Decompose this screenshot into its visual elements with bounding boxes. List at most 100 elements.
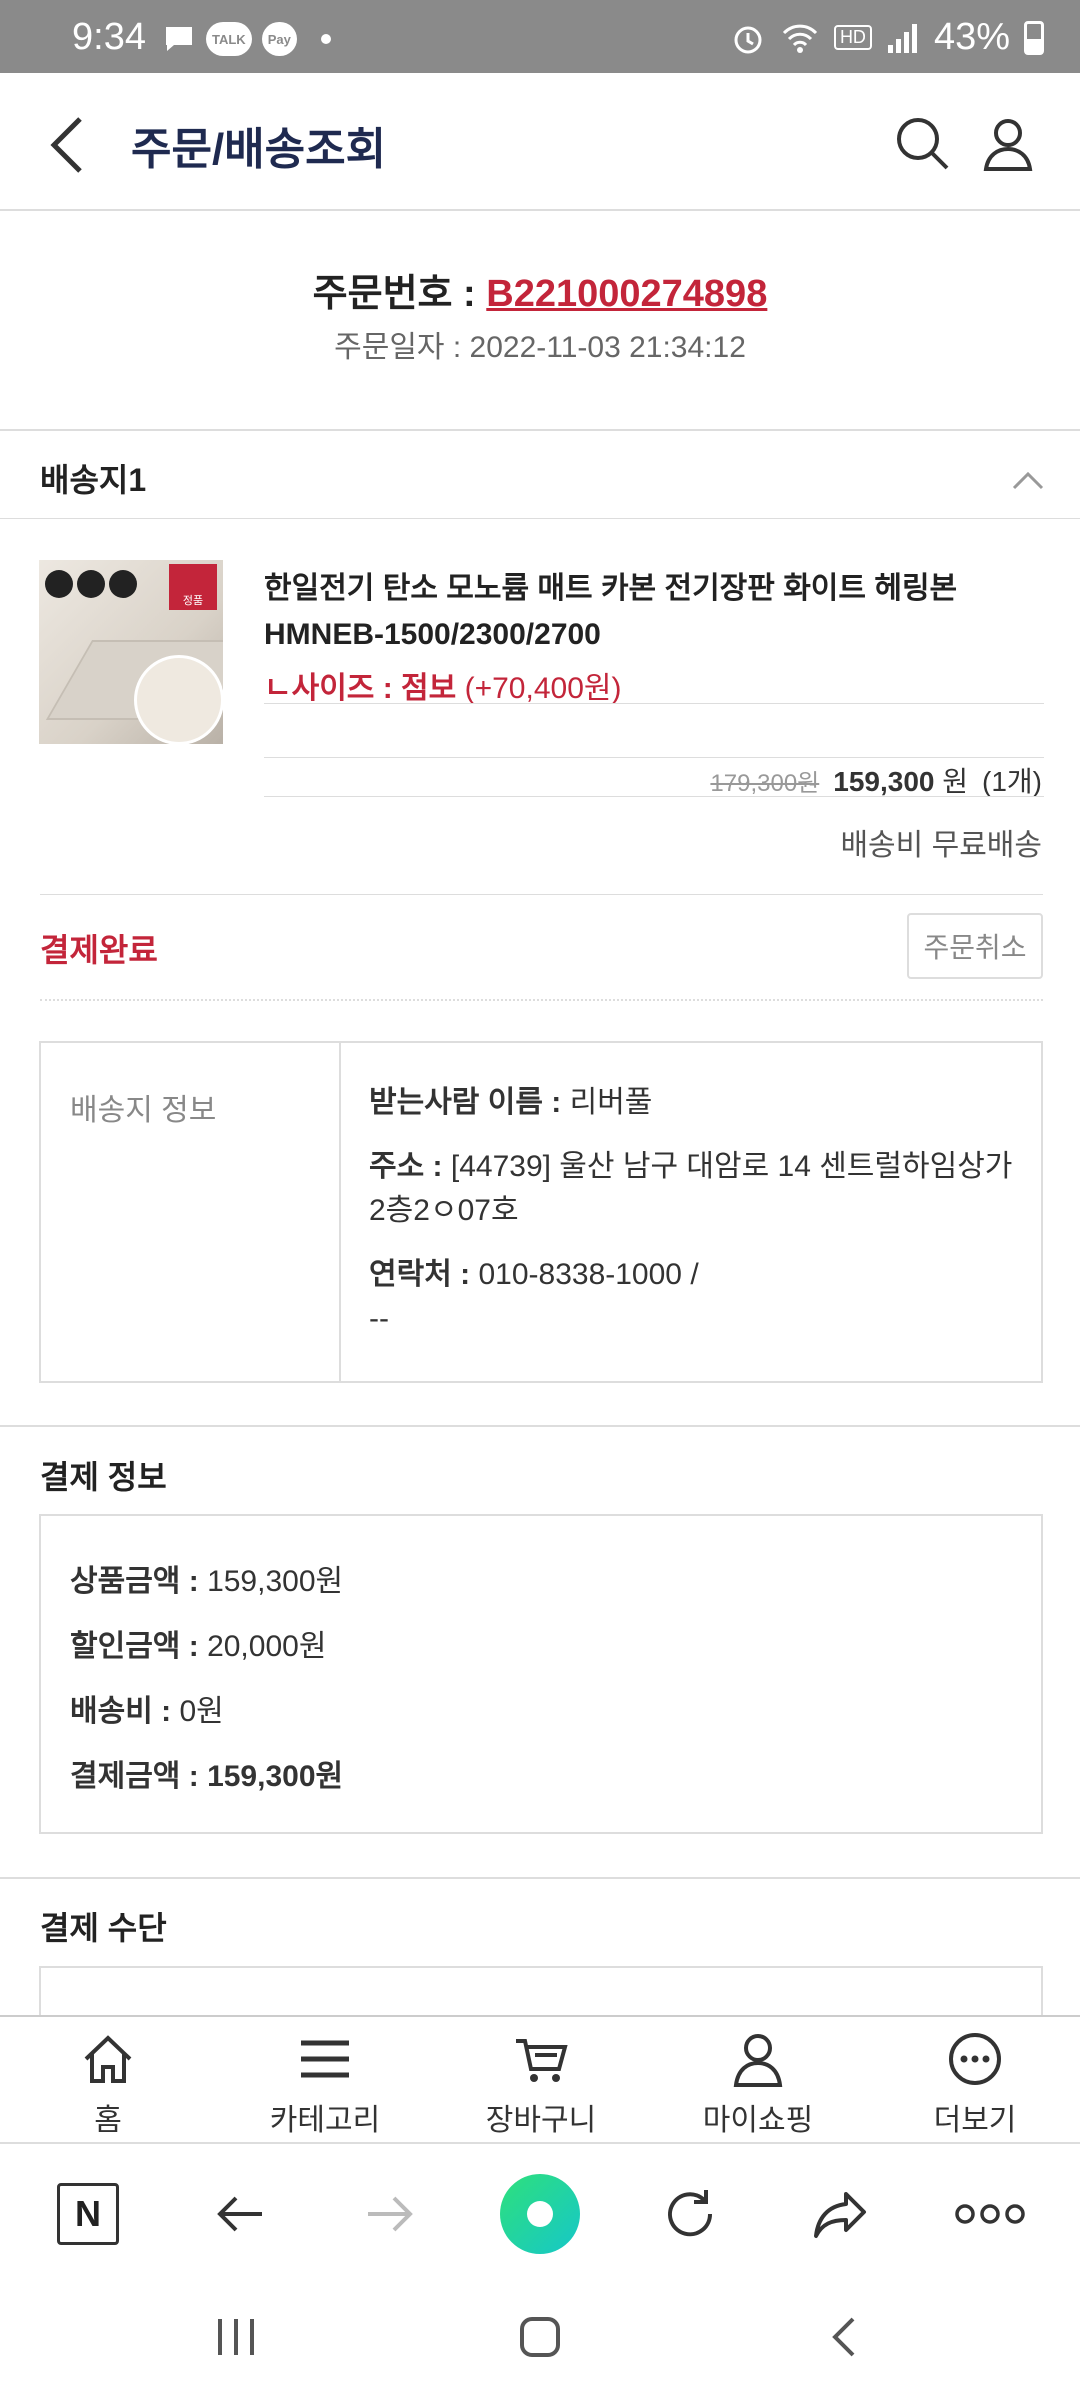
reload-button[interactable] xyxy=(650,2174,730,2254)
payment-info-box: 상품금액 : 159,300원 할인금액 : 20,000원 배송비 : 0원 … xyxy=(39,1514,1043,1834)
browser-menu-button[interactable] xyxy=(950,2174,1030,2254)
payment-row-label: 결제금액 : xyxy=(70,1760,208,1793)
divider xyxy=(0,518,1080,519)
browser-forward-button[interactable] xyxy=(350,2174,430,2254)
divider xyxy=(0,429,1080,431)
menu-icon xyxy=(301,2040,349,2078)
divider xyxy=(264,703,1044,704)
green-dot-icon xyxy=(500,2174,580,2254)
chevron-up-icon[interactable] xyxy=(1010,462,1046,498)
payment-row-discount: 할인금액 : 20,000원 xyxy=(70,1621,326,1665)
page-title: 주문/배송조회 xyxy=(131,125,387,174)
divider xyxy=(0,1877,1080,1879)
product-name[interactable]: 한일전기 탄소 모노륨 매트 카본 전기장판 화이트 헤링본 HMNEB-150… xyxy=(264,566,1044,658)
status-right: HD 43% xyxy=(730,16,1044,59)
talk-icon: TALK xyxy=(206,22,252,56)
tab-label: 카테고리 xyxy=(269,2104,381,2137)
cart-icon xyxy=(516,2039,568,2082)
home-button[interactable] xyxy=(510,2312,570,2362)
reload-icon xyxy=(668,2190,713,2237)
product-option: ㄴ사이즈 : 점보 (+70,400원) xyxy=(264,663,621,707)
arrow-left-icon xyxy=(217,2196,262,2232)
original-price: 179,300원 xyxy=(710,770,820,797)
payment-row-value: 159,300원 xyxy=(207,1565,344,1598)
brand-logo-text: 정품 xyxy=(182,595,204,607)
phone-label: 연락처 : xyxy=(369,1258,479,1291)
tab-label: 홈 xyxy=(94,2104,122,2137)
badge-single xyxy=(45,570,73,598)
address-row: 주소 : [44739] 울산 남구 대암로 14 센트럴하임상가2층2ㅇ07호 xyxy=(369,1145,1019,1233)
user-icon[interactable] xyxy=(978,113,1038,173)
tab-home[interactable]: 홈 xyxy=(23,2031,193,2139)
naver-n-icon: N xyxy=(57,2183,119,2245)
payment-row-label: 배송비 : xyxy=(70,1695,180,1728)
payment-row-value: 159,300원 xyxy=(207,1760,344,1793)
shipping-section-title[interactable]: 배송지1 xyxy=(40,455,146,501)
share-button[interactable] xyxy=(800,2174,880,2254)
tab-label: 더보기 xyxy=(933,2104,1017,2137)
delivery-info-label-cell: 배송지 정보 xyxy=(41,1043,341,1381)
recent-apps-icon xyxy=(218,2319,254,2355)
delivery-info-title: 배송지 정보 xyxy=(70,1094,217,1127)
recent-apps-button[interactable] xyxy=(206,2312,266,2362)
tab-myshopping[interactable]: 마이쇼핑 xyxy=(673,2031,843,2139)
order-number: 주문번호 : B221000274898 xyxy=(0,262,1080,317)
payment-row-value: 0원 xyxy=(179,1695,224,1728)
product-image[interactable]: 정품 xyxy=(39,560,223,744)
tab-cart[interactable]: 장바구니 xyxy=(456,2031,626,2139)
brand-logo: 정품 xyxy=(169,564,217,610)
delivery-info-details: 받는사람 이름 : 리버풀 주소 : [44739] 울산 남구 대암로 14 … xyxy=(369,1081,1019,1341)
tab-more[interactable]: 더보기 xyxy=(890,2031,1060,2139)
tab-label: 마이쇼핑 xyxy=(702,2104,814,2137)
delivery-info-box: 배송지 정보 받는사람 이름 : 리버풀 주소 : [44739] 울산 남구 … xyxy=(39,1041,1043,1383)
chevron-left-icon xyxy=(832,2317,855,2357)
back-arrow-icon[interactable] xyxy=(44,115,94,175)
divider xyxy=(264,796,1044,797)
signal-icon xyxy=(887,23,917,53)
order-number-link[interactable]: B221000274898 xyxy=(486,273,767,315)
browser-toolbar: N xyxy=(0,2142,1080,2272)
wifi-icon xyxy=(782,24,818,53)
home-square-icon xyxy=(520,2317,560,2357)
battery-percent: 43% xyxy=(933,16,1010,58)
price-row: 179,300원 159,300 원 (1개) xyxy=(710,760,1042,800)
order-date-label: 주문일자 : xyxy=(334,331,470,364)
recipient-label: 받는사람 이름 : xyxy=(369,1086,570,1119)
cancel-order-button[interactable]: 주문취소 xyxy=(907,913,1043,979)
green-dot-button[interactable] xyxy=(500,2174,580,2254)
browser-back-button[interactable] xyxy=(200,2174,280,2254)
pay-icon: Pay xyxy=(261,22,297,56)
payment-row-shipping: 배송비 : 0원 xyxy=(70,1686,224,1730)
system-back-button[interactable] xyxy=(814,2312,874,2362)
order-date-value: 2022-11-03 21:34:12 xyxy=(469,331,746,364)
product-option-label: ㄴ사이즈 : 점보 xyxy=(264,672,457,705)
system-nav-bar xyxy=(0,2272,1080,2400)
dotted-divider xyxy=(40,999,1043,1001)
search-icon[interactable] xyxy=(892,113,952,173)
status-time: 9:34 xyxy=(72,16,146,58)
status-bar: 9:34 TALK Pay HD 43% xyxy=(0,0,1080,73)
payment-info-title: 결제 정보 xyxy=(40,1459,167,1495)
address-value: [44739] 울산 남구 대암로 14 센트럴하임상가2층2ㅇ07호 xyxy=(369,1150,1013,1227)
tab-category[interactable]: 카테고리 xyxy=(240,2031,410,2139)
share-arrow-icon xyxy=(814,2192,866,2238)
tab-label: 장바구니 xyxy=(485,2104,597,2137)
more-dots-icon xyxy=(955,2204,1025,2224)
notification-icons: TALK Pay xyxy=(162,22,331,56)
app-header: 주문/배송조회 xyxy=(0,73,1080,211)
divider xyxy=(264,757,1044,758)
badge-jumbo xyxy=(109,570,137,598)
home-icon xyxy=(84,2035,132,2083)
phone-row: 연락처 : 010-8338-1000 / -- xyxy=(369,1253,1019,1341)
badge-double xyxy=(77,570,105,598)
address-label: 주소 : xyxy=(369,1150,451,1183)
battery-icon xyxy=(1024,20,1044,55)
naver-home-button[interactable]: N xyxy=(48,2174,128,2254)
bottom-tab-bar: 홈 카테고리 장바구니 마이쇼핑 더보기 xyxy=(0,2015,1080,2142)
recipient-row: 받는사람 이름 : 리버풀 xyxy=(369,1081,1019,1125)
payment-method-title: 결제 수단 xyxy=(40,1910,167,1946)
payment-row-value: 20,000원 xyxy=(207,1630,327,1663)
payment-row-label: 상품금액 : xyxy=(70,1565,208,1598)
more-notifications-icon xyxy=(320,34,331,44)
phone-value-2: -- xyxy=(369,1302,389,1335)
